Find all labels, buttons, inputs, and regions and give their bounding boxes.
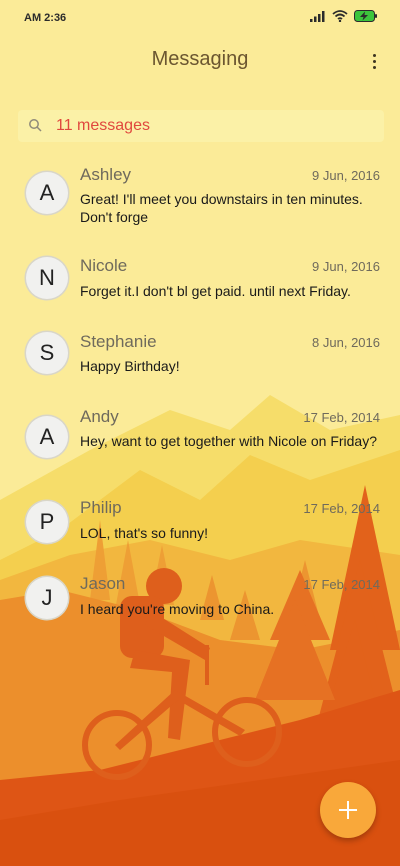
battery-charging-icon [354, 10, 377, 22]
conversation-item-nicole[interactable]: N Nicole 9 Jun, 2016 Forget it.I don't b… [0, 256, 400, 319]
avatar: A [26, 416, 68, 458]
search-icon [29, 119, 42, 132]
message-date: 17 Feb, 2014 [303, 577, 380, 592]
contact-name: Ashley [80, 165, 132, 184]
message-preview: Hey, want to get together with Nicole on… [80, 433, 378, 449]
message-preview: I heard you're moving to China. [80, 601, 275, 617]
more-vert-icon-dot [372, 65, 376, 69]
message-preview: LOL, that's so funny! [80, 525, 208, 541]
compose-button[interactable] [320, 782, 376, 838]
message-date: 17 Feb, 2014 [303, 501, 380, 516]
status-time: AM 2:36 [24, 12, 67, 24]
message-date: 9 Jun, 2016 [312, 168, 380, 183]
more-vert-icon [372, 53, 376, 57]
conversation-item-jason[interactable]: J Jason 17 Feb, 2014 I heard you're movi… [0, 574, 400, 637]
contact-name: Philip [80, 498, 122, 517]
avatar: A [26, 172, 68, 214]
contact-name: Nicole [80, 256, 128, 275]
conversation-item-stephanie[interactable]: S Stephanie 8 Jun, 2016 Happy Birthday! [0, 332, 400, 395]
message-preview: Great! I'll meet you downstairs in ten m… [80, 191, 363, 225]
message-preview: Happy Birthday! [80, 358, 180, 374]
wifi-icon [332, 10, 348, 22]
avatar: N [26, 257, 68, 299]
conversation-item-philip[interactable]: P Philip 17 Feb, 2014 LOL, that's so fun… [0, 498, 400, 561]
more-options-button[interactable] [366, 50, 382, 72]
avatar: P [26, 501, 68, 543]
avatar: S [26, 332, 68, 374]
conversation-item-andy[interactable]: A Andy 17 Feb, 2014 Hey, want to get tog… [0, 407, 400, 480]
avatar: J [26, 577, 68, 619]
signal-icon [310, 11, 325, 22]
more-vert-icon-dot [372, 59, 376, 63]
message-date: 9 Jun, 2016 [312, 259, 380, 274]
contact-name: Andy [80, 407, 119, 426]
contact-name: Stephanie [80, 332, 157, 351]
status-icons [310, 10, 378, 22]
message-count-label: 11 messages [56, 117, 150, 134]
message-preview: Forget it.I don't bl get paid. until nex… [80, 283, 351, 299]
conversation-item-ashley[interactable]: A Ashley 9 Jun, 2016 Great! I'll meet yo… [0, 165, 400, 238]
contact-name: Jason [80, 574, 126, 593]
page-title: Messaging [151, 48, 249, 70]
status-bar: AM 2:36 [0, 0, 400, 36]
plus-icon [339, 801, 357, 819]
message-date: 17 Feb, 2014 [303, 410, 380, 425]
search-bar[interactable]: 11 messages [18, 110, 384, 142]
message-date: 8 Jun, 2016 [312, 335, 380, 350]
